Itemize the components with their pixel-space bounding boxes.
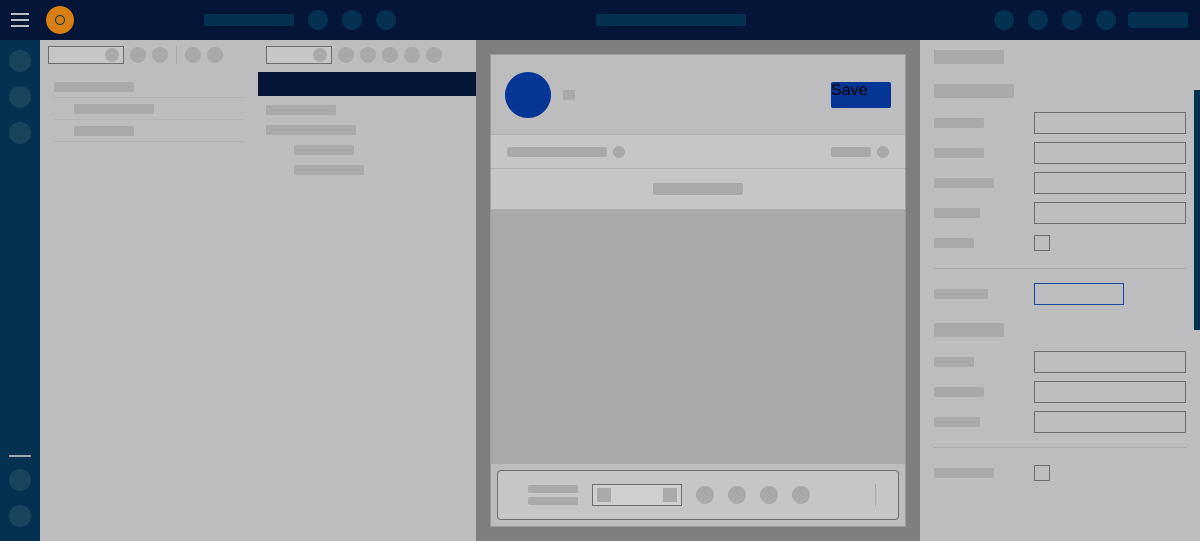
outline-panel [258, 40, 476, 541]
hamburger-menu-button[interactable] [0, 0, 40, 40]
save-button[interactable]: Save [831, 82, 891, 108]
inspector-text-input[interactable] [1034, 202, 1186, 224]
inspector-divider [934, 447, 1186, 448]
outline-tool-5[interactable] [426, 47, 442, 63]
form-body[interactable] [491, 209, 905, 464]
footer-action-4[interactable] [792, 486, 810, 504]
header-user-pill[interactable] [1128, 12, 1188, 28]
inspector-text-input[interactable] [1034, 411, 1186, 433]
inspector-row [934, 279, 1186, 309]
navigator-toolbar [40, 40, 258, 70]
inspector-divider [934, 268, 1186, 269]
inspector-group-heading [934, 323, 1004, 337]
inspector-row [934, 168, 1186, 198]
navigator-tool-3[interactable] [185, 47, 201, 63]
form-header: Save [491, 55, 905, 135]
rail-item-1[interactable] [9, 50, 31, 72]
inspector-row [934, 347, 1186, 377]
tab-count-badge [877, 146, 889, 158]
navigator-item[interactable] [54, 120, 244, 142]
form-tab-2[interactable] [831, 146, 889, 158]
outline-toolbar [258, 40, 476, 70]
navigator-search[interactable] [48, 46, 124, 64]
navigator-item[interactable] [54, 98, 244, 120]
form-footer [497, 470, 899, 520]
page-title [596, 14, 746, 26]
header-action-3[interactable] [376, 10, 396, 30]
inspector-group-heading [934, 84, 1014, 98]
outline-item[interactable] [258, 140, 476, 160]
search-icon [105, 48, 119, 62]
footer-action-2[interactable] [728, 486, 746, 504]
editor-area: Save [476, 40, 920, 541]
navigator-item[interactable] [54, 76, 244, 98]
slider-handle-right[interactable] [663, 488, 677, 502]
inspector-row [934, 138, 1186, 168]
outline-tool-4[interactable] [404, 47, 420, 63]
inspector-text-input[interactable] [1034, 172, 1186, 194]
header-action-1[interactable] [308, 10, 328, 30]
footer-action-3[interactable] [760, 486, 778, 504]
form-tab-1[interactable] [507, 146, 625, 158]
inspector-text-input[interactable] [1034, 112, 1186, 134]
rail-bottom-item-2[interactable] [9, 505, 31, 527]
search-icon [313, 48, 327, 62]
inspector-scrollbar[interactable] [1194, 90, 1200, 330]
inspector-title [934, 50, 1004, 64]
header-right-action-2[interactable] [1028, 10, 1048, 30]
inspector-row [934, 108, 1186, 138]
form-card: Save [490, 54, 906, 527]
inspector-panel [920, 40, 1200, 541]
inspector-number-input[interactable] [1034, 283, 1124, 305]
toolbar-separator [176, 46, 177, 64]
navigator-tool-1[interactable] [130, 47, 146, 63]
header-right-action-4[interactable] [1096, 10, 1116, 30]
header-right-action-3[interactable] [1062, 10, 1082, 30]
header-action-2[interactable] [342, 10, 362, 30]
outline-tool-3[interactable] [382, 47, 398, 63]
navigator-tool-2[interactable] [152, 47, 168, 63]
outline-tool-2[interactable] [360, 47, 376, 63]
outline-item[interactable] [258, 100, 476, 120]
record-name-stub [563, 90, 575, 100]
inspector-row [934, 228, 1186, 258]
rail-item-3[interactable] [9, 122, 31, 144]
record-avatar[interactable] [505, 72, 551, 118]
outline-search[interactable] [266, 46, 332, 64]
footer-labels [528, 485, 578, 505]
inspector-text-input[interactable] [1034, 351, 1186, 373]
inspector-text-input[interactable] [1034, 381, 1186, 403]
app-header [0, 0, 1200, 40]
rail-item-2[interactable] [9, 86, 31, 108]
outline-item[interactable] [258, 120, 476, 140]
navigator-list [40, 70, 258, 148]
form-section-header[interactable] [491, 169, 905, 209]
inspector-row [934, 407, 1186, 437]
rail-divider [9, 455, 31, 457]
header-right-action-1[interactable] [994, 10, 1014, 30]
inspector-row [934, 458, 1186, 488]
form-tabs [491, 135, 905, 169]
footer-slider[interactable] [592, 484, 682, 506]
inspector-checkbox[interactable] [1034, 235, 1050, 251]
rail-bottom-item-1[interactable] [9, 469, 31, 491]
hamburger-icon [11, 13, 29, 27]
outline-selected-item[interactable] [258, 72, 476, 96]
tab-count-badge [613, 146, 625, 158]
navigator-tool-4[interactable] [207, 47, 223, 63]
navigator-panel [40, 40, 258, 541]
breadcrumb[interactable] [204, 14, 294, 26]
logo-glyph-icon [55, 15, 65, 25]
inspector-checkbox[interactable] [1034, 465, 1050, 481]
inspector-text-input[interactable] [1034, 142, 1186, 164]
footer-action-1[interactable] [696, 486, 714, 504]
left-rail [0, 40, 40, 541]
inspector-row [934, 377, 1186, 407]
outline-item[interactable] [258, 160, 476, 180]
outline-tool-1[interactable] [338, 47, 354, 63]
inspector-row [934, 198, 1186, 228]
app-logo[interactable] [46, 6, 74, 34]
slider-handle-left[interactable] [597, 488, 611, 502]
footer-separator [875, 484, 876, 506]
